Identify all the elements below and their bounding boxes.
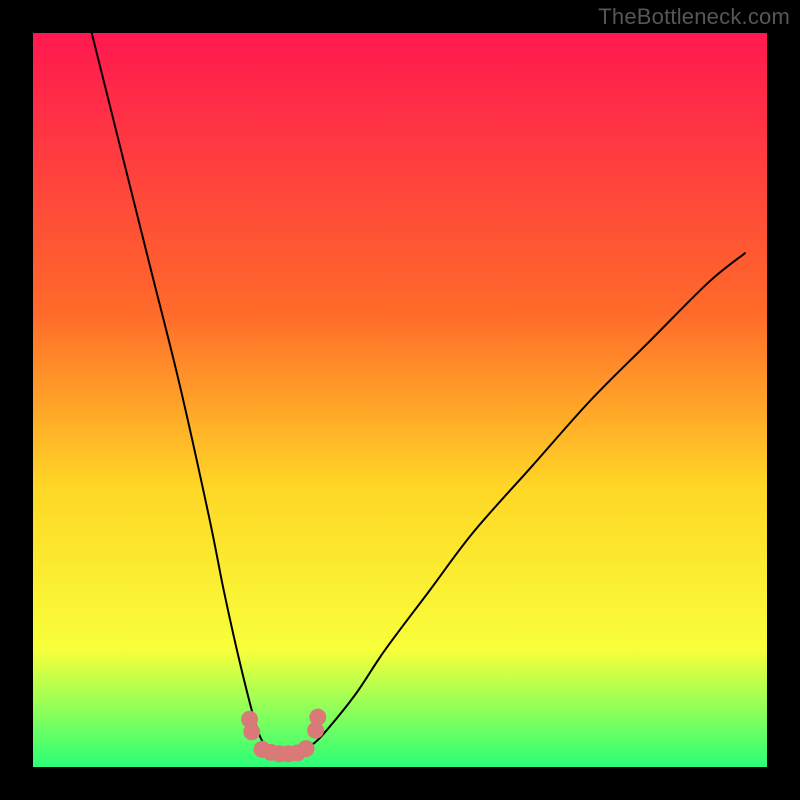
curve-dot (309, 709, 326, 726)
bottleneck-chart (0, 0, 800, 800)
curve-dot (298, 740, 315, 757)
watermark-text: TheBottleneck.com (598, 4, 790, 30)
curve-dot (243, 723, 260, 740)
chart-frame: TheBottleneck.com (0, 0, 800, 800)
plot-background (33, 33, 767, 767)
